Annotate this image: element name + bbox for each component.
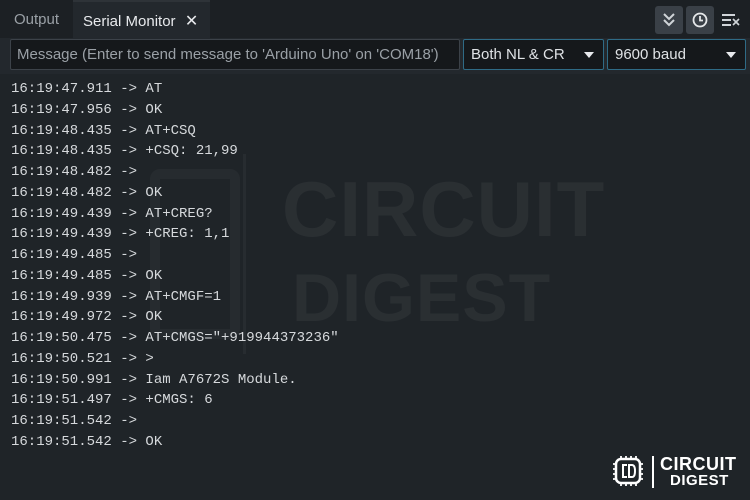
- tab-bar: Output Serial Monitor ✕: [0, 0, 750, 40]
- serial-toolbar: Both NL & CR 9600 baud: [0, 38, 750, 74]
- output-line: 16:19:47.956 -> OK: [11, 101, 163, 118]
- output-line: 16:19:48.482 -> OK: [11, 184, 163, 201]
- tab-serial-monitor-label: Serial Monitor: [83, 13, 176, 30]
- logo-divider: [652, 456, 654, 488]
- output-line: 16:19:48.435 -> AT+CSQ: [11, 122, 196, 139]
- output-line: 16:19:50.991 -> Iam A7672S Module.: [11, 371, 297, 388]
- message-input[interactable]: [10, 39, 460, 70]
- output-line: 16:19:51.542 -> OK: [11, 433, 163, 450]
- baud-rate-select[interactable]: 9600 baud: [607, 39, 746, 70]
- line-ending-value: Both NL & CR: [471, 46, 565, 63]
- serial-output[interactable]: CIRCUIT DIGEST 16:19:47.911 -> AT 16:19:…: [0, 74, 750, 500]
- output-line: 16:19:49.439 -> +CREG: 1,1: [11, 226, 230, 243]
- caret-down-icon: [726, 52, 736, 58]
- tab-output-label: Output: [14, 11, 60, 28]
- chip-logo-icon: [613, 456, 643, 486]
- tab-serial-monitor[interactable]: Serial Monitor ✕: [73, 0, 210, 40]
- clock-icon: [692, 12, 708, 28]
- output-line: 16:19:50.475 -> AT+CMGS="+919944373236": [11, 330, 339, 346]
- output-line: 16:19:48.482 ->: [11, 164, 146, 180]
- toggle-timestamp-button[interactable]: [686, 6, 714, 34]
- output-line: 16:19:49.485 ->: [11, 247, 146, 263]
- output-line: 16:19:48.435 -> +CSQ: 21,99: [11, 143, 238, 160]
- toggle-autoscroll-button[interactable]: [655, 6, 683, 34]
- chevrons-down-icon: [663, 13, 675, 27]
- caret-down-icon: [584, 52, 594, 58]
- output-line: 16:19:50.521 -> >: [11, 350, 154, 367]
- output-line: 16:19:49.485 -> OK: [11, 267, 163, 284]
- output-line: 16:19:49.972 -> OK: [11, 309, 163, 326]
- circuit-digest-logo: CIRCUIT DIGEST: [612, 454, 744, 490]
- close-tab-icon[interactable]: ✕: [184, 2, 200, 40]
- output-line: 16:19:47.911 -> AT: [11, 81, 163, 97]
- baud-rate-value: 9600 baud: [615, 46, 686, 63]
- clear-output-button[interactable]: [716, 6, 744, 34]
- output-line: 16:19:51.497 -> +CMGS: 6: [11, 392, 213, 409]
- output-line: 16:19:51.542 ->: [11, 413, 146, 429]
- output-line: 16:19:49.439 -> AT+CREG?: [11, 205, 213, 222]
- clear-output-icon: [722, 14, 740, 26]
- output-lines: 16:19:47.911 -> AT 16:19:47.956 -> OK 16…: [11, 79, 339, 453]
- logo-text-digest: DIGEST: [670, 472, 729, 489]
- output-line: 16:19:49.939 -> AT+CMGF=1: [11, 288, 222, 305]
- line-ending-select[interactable]: Both NL & CR: [463, 39, 604, 70]
- tab-output[interactable]: Output: [4, 0, 69, 38]
